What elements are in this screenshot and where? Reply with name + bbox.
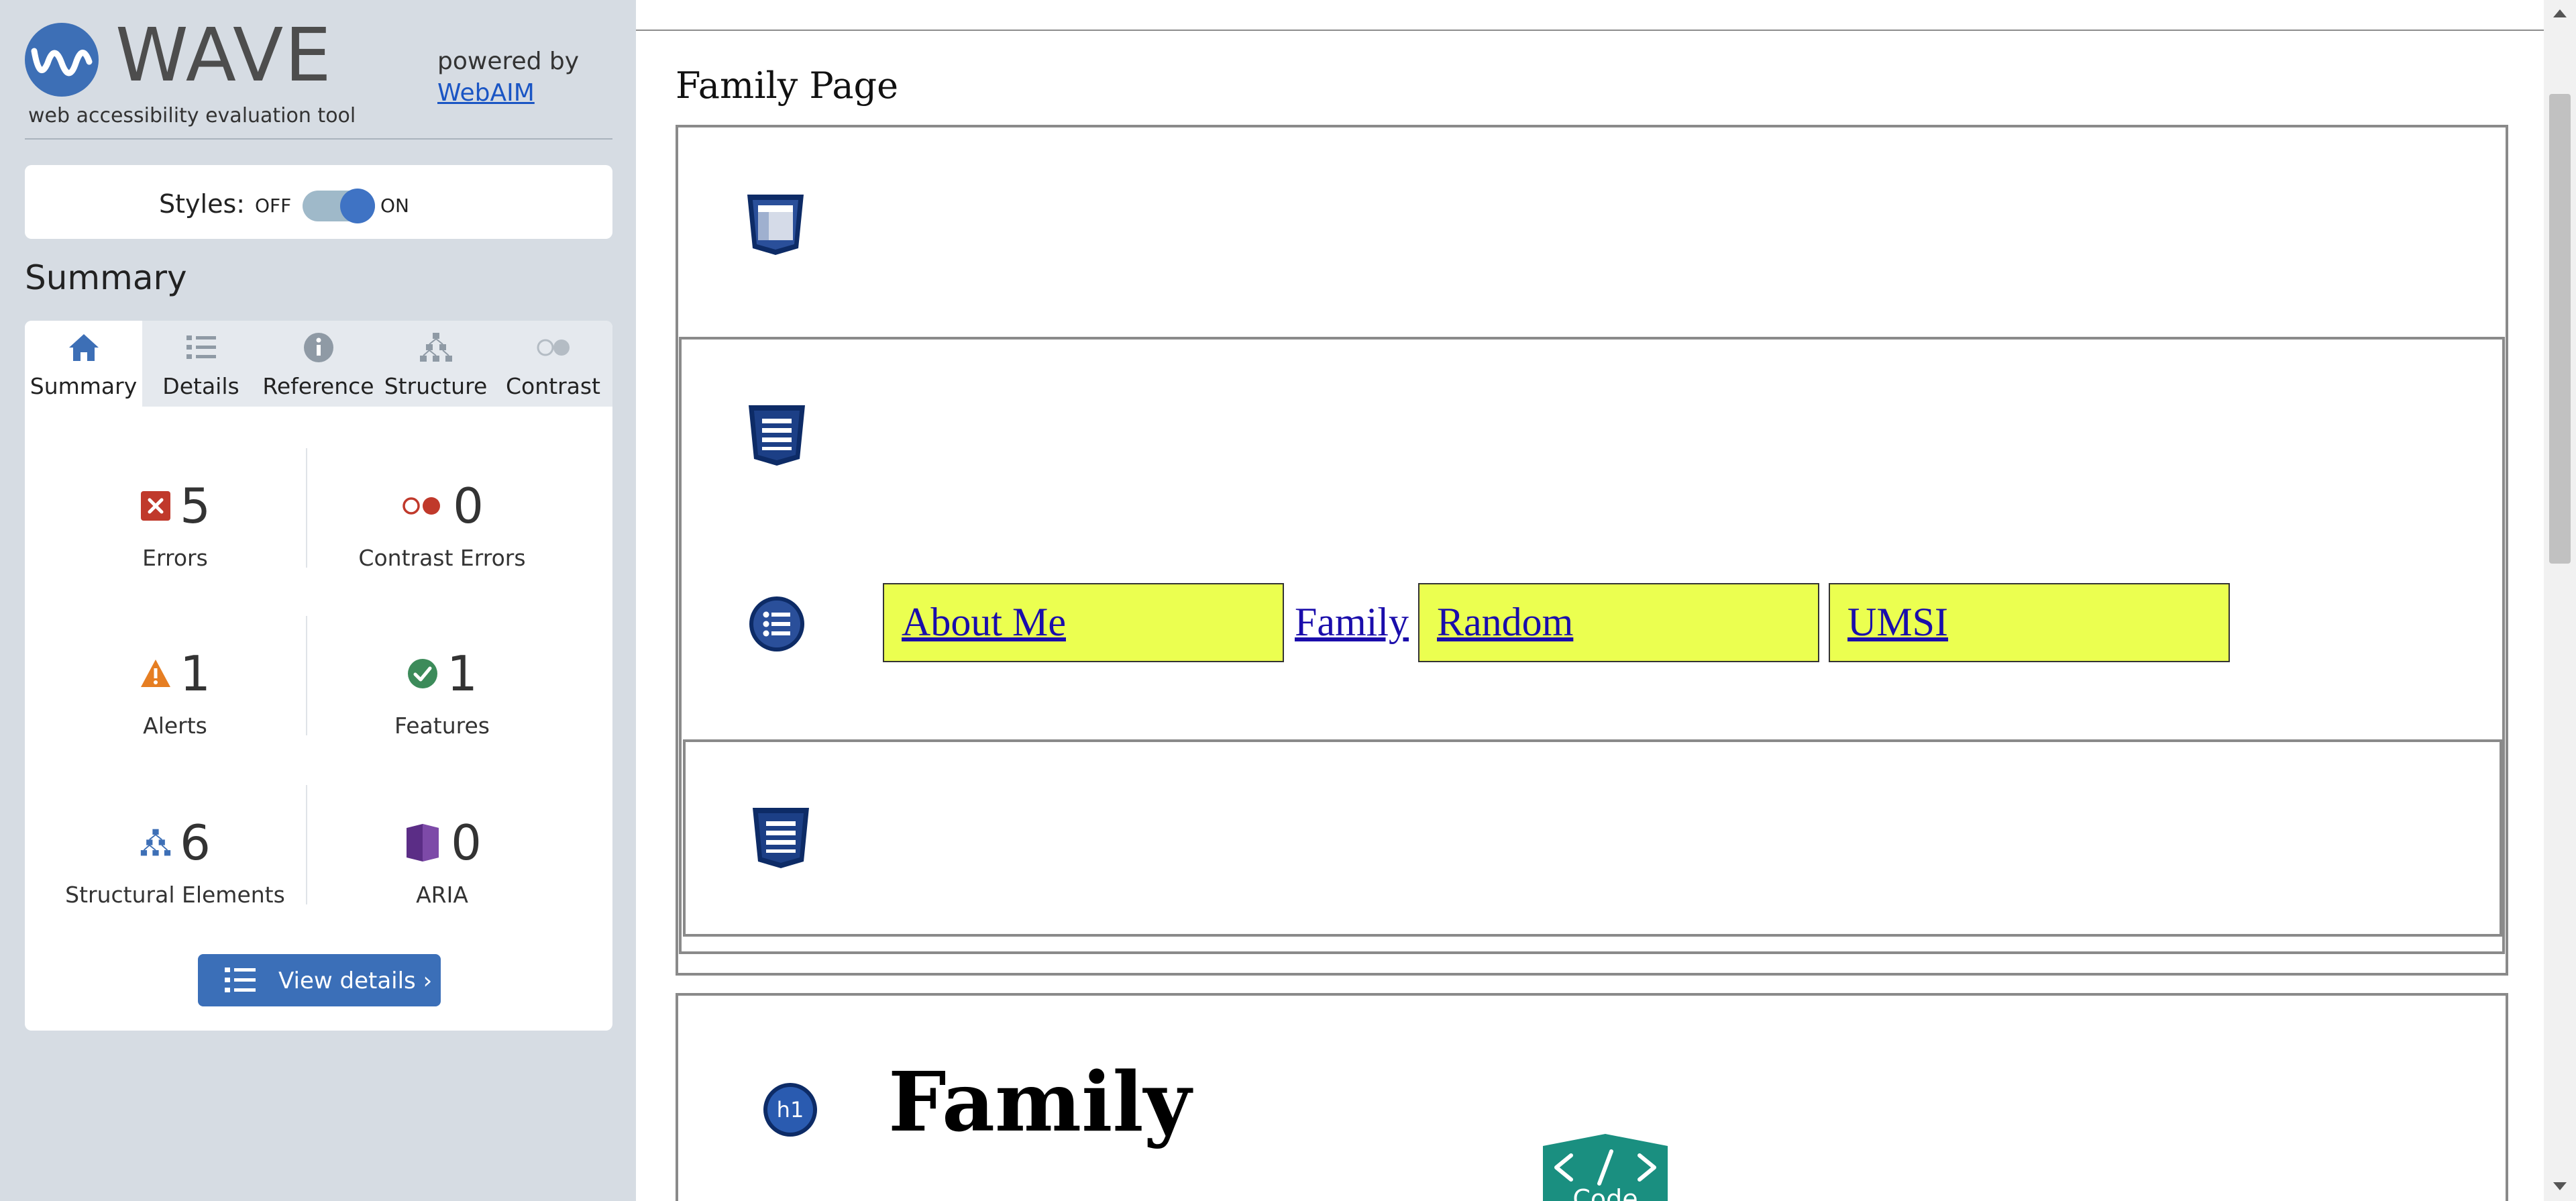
h1-heading-icon[interactable]: h1	[762, 1082, 818, 1138]
styles-toggle-switch[interactable]	[303, 189, 375, 223]
contrast-icon	[537, 339, 570, 356]
code-button-label: Code	[1572, 1184, 1638, 1201]
div-region-icon[interactable]	[746, 403, 808, 467]
wave-logo-icon	[25, 23, 99, 97]
aria-icon	[407, 824, 439, 861]
aria-count: 0	[451, 815, 482, 871]
styles-toggle-box: Styles: OFF ON	[25, 165, 612, 239]
nav-link-umsi[interactable]: UMSI	[1829, 583, 2230, 662]
code-toggle-button[interactable]: Code	[1529, 1133, 1681, 1201]
stat-aria[interactable]: 0 ARIA	[308, 819, 576, 908]
stat-contrast-errors[interactable]: 0 Contrast Errors	[308, 482, 576, 571]
errors-label: Errors	[142, 545, 208, 571]
view-details-label: View details ›	[278, 968, 433, 994]
styles-label: Styles:	[159, 189, 246, 219]
header-region-icon[interactable]	[745, 192, 806, 256]
alerts-count: 1	[180, 645, 211, 702]
tab-structure[interactable]: Structure	[377, 321, 494, 407]
powered-by: powered by WebAIM	[437, 46, 579, 109]
structural-label: Structural Elements	[65, 882, 285, 908]
aria-label: ARIA	[416, 882, 468, 908]
list-icon	[186, 335, 216, 359]
tab-label: Details	[162, 373, 239, 399]
tab-summary[interactable]: Summary	[25, 321, 142, 407]
wave-sidebar: WAVE web accessibility evaluation tool p…	[0, 0, 636, 1201]
scrollbar-thumb[interactable]	[2549, 94, 2571, 564]
features-count: 1	[447, 645, 478, 702]
h1-badge-text: h1	[777, 1097, 804, 1122]
list-icon	[225, 968, 256, 992]
page-title: Family Page	[676, 64, 899, 107]
tab-label: Summary	[30, 373, 138, 399]
tab-bar: Summary Details Reference Structure Cont…	[25, 321, 612, 407]
alerts-label: Alerts	[143, 713, 207, 739]
hierarchy-icon	[420, 333, 452, 362]
view-details-button[interactable]: View details ›	[198, 954, 441, 1006]
structure-icon	[140, 829, 171, 856]
stat-structural-elements[interactable]: 6 Structural Elements	[41, 819, 309, 908]
nav-link-about-me[interactable]: About Me	[883, 583, 1284, 662]
feature-check-icon	[408, 659, 438, 688]
tab-label: Contrast	[505, 373, 600, 399]
div-region-icon-2[interactable]	[750, 805, 812, 870]
top-divider	[636, 30, 2544, 31]
scroll-up-arrow-icon[interactable]	[2553, 9, 2567, 17]
page-scrollbar[interactable]	[2544, 0, 2576, 1201]
styles-off-label: OFF	[255, 195, 292, 217]
sidebar-divider	[25, 138, 612, 140]
stat-errors[interactable]: 5 Errors	[41, 482, 309, 571]
stat-features[interactable]: 1 Features	[308, 649, 576, 739]
tab-details[interactable]: Details	[142, 321, 260, 407]
structural-count: 6	[180, 815, 211, 871]
errors-count: 5	[180, 478, 211, 534]
contrast-error-icon	[402, 497, 441, 515]
page-heading-h1: Family	[888, 1053, 1191, 1150]
wave-subtitle: web accessibility evaluation tool	[28, 104, 356, 127]
inner-region-box	[683, 739, 2502, 937]
styles-on-label: ON	[380, 195, 409, 217]
contrast-errors-label: Contrast Errors	[358, 545, 526, 571]
nav-link-random[interactable]: Random	[1418, 583, 1819, 662]
page-content: Family Page About Me Family Random UMSI	[636, 0, 2544, 1201]
tab-label: Structure	[384, 373, 488, 399]
summary-heading: Summary	[25, 258, 187, 297]
info-icon	[304, 333, 333, 362]
toggle-knob	[340, 189, 375, 223]
stat-divider	[306, 785, 307, 904]
powered-by-text: powered by	[437, 48, 580, 75]
scroll-down-arrow-icon[interactable]	[2553, 1182, 2567, 1190]
wave-title: WAVE	[115, 12, 333, 98]
tab-contrast[interactable]: Contrast	[494, 321, 612, 407]
webaim-link[interactable]: WebAIM	[437, 77, 579, 109]
tab-label: Reference	[262, 373, 374, 399]
contrast-errors-count: 0	[453, 478, 484, 534]
alert-icon	[141, 660, 171, 687]
summary-panel: Summary Details Reference Structure Cont…	[25, 321, 612, 1031]
unordered-list-icon[interactable]	[747, 594, 806, 654]
tab-reference[interactable]: Reference	[260, 321, 377, 407]
stat-divider	[306, 616, 307, 735]
nav-link-family[interactable]: Family	[1295, 583, 1409, 662]
home-icon	[69, 334, 99, 361]
stat-divider	[306, 448, 307, 568]
features-label: Features	[394, 713, 490, 739]
error-icon	[141, 491, 171, 521]
stat-alerts[interactable]: 1 Alerts	[41, 649, 309, 739]
